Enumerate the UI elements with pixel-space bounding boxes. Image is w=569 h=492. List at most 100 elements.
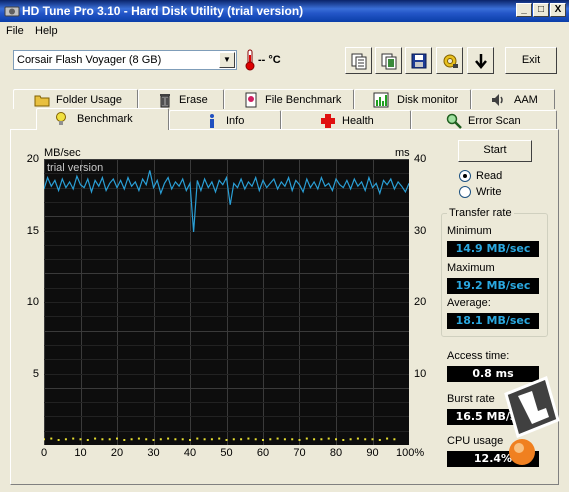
access-time-point xyxy=(291,438,294,441)
window-title: HD Tune Pro 3.10 - Hard Disk Utility (tr… xyxy=(22,4,304,18)
minimum-label: Minimum xyxy=(447,225,492,237)
access-time-point xyxy=(335,438,337,441)
y-axis-right-label: ms xyxy=(395,147,410,159)
tab-label: Erase xyxy=(179,94,208,106)
access-time-point xyxy=(79,438,82,441)
folder-icon xyxy=(34,95,50,107)
start-button[interactable]: Start xyxy=(458,140,532,162)
access-time-point xyxy=(254,438,257,441)
maximum-value: 19.2 MB/sec xyxy=(447,278,539,294)
average-value: 18.1 MB/sec xyxy=(447,313,539,329)
access-time-point xyxy=(386,437,389,440)
access-time-point xyxy=(152,438,155,441)
exit-button[interactable]: Exit xyxy=(505,47,557,74)
tab-disk-monitor[interactable]: Disk monitor xyxy=(354,89,471,109)
save-button[interactable] xyxy=(405,47,432,74)
app-icon xyxy=(4,6,20,17)
close-button[interactable]: X xyxy=(550,3,566,17)
maximum-label: Maximum xyxy=(447,262,495,274)
transfer-rate-line xyxy=(44,170,409,232)
toolbar: Corsair Flash Voyager (8 GB) ▼ -- °C Exi… xyxy=(0,40,569,84)
access-time-point xyxy=(210,438,213,441)
tab-aam[interactable]: AAM xyxy=(471,89,555,109)
menu-help[interactable]: Help xyxy=(35,25,58,37)
y-axis-left-label: MB/sec xyxy=(44,147,81,159)
options-button[interactable] xyxy=(436,47,463,74)
site-logo xyxy=(504,375,560,465)
access-time-point xyxy=(44,438,45,441)
benchmark-chart: trial version xyxy=(44,159,409,445)
access-time-point xyxy=(364,438,367,441)
access-time-point xyxy=(159,438,162,441)
title-bar: HD Tune Pro 3.10 - Hard Disk Utility (tr… xyxy=(0,0,569,22)
access-time-point xyxy=(181,438,184,441)
transfer-rate-title: Transfer rate xyxy=(447,207,514,219)
access-time-point xyxy=(313,438,316,441)
copy-screen-button[interactable] xyxy=(375,47,402,74)
tab-benchmark[interactable]: Benchmark xyxy=(36,108,169,130)
x-tick: 0 xyxy=(40,447,48,459)
copy-info-button[interactable] xyxy=(345,47,372,74)
y-tick-right: 20 xyxy=(414,296,427,308)
tab-label: Disk monitor xyxy=(397,94,459,106)
monitor-chart-icon xyxy=(373,92,389,108)
cpu-usage-label: CPU usage xyxy=(447,435,504,447)
trash-icon xyxy=(160,94,170,108)
chart-grid xyxy=(44,159,409,445)
x-tick: 30 xyxy=(147,447,160,459)
access-time-point xyxy=(108,438,111,441)
burst-rate-label: Burst rate xyxy=(447,393,495,405)
y-tick-left: 10 xyxy=(26,296,39,308)
access-time-point xyxy=(50,437,53,440)
access-time-point xyxy=(72,437,75,440)
maximize-button[interactable]: □ xyxy=(533,3,549,17)
access-time-point xyxy=(305,437,308,440)
tab-info[interactable]: Info xyxy=(169,110,281,130)
chart-watermark: trial version xyxy=(47,162,103,174)
options-icon xyxy=(443,54,458,68)
access-time-point xyxy=(240,438,243,441)
y-tick-left: 5 xyxy=(32,367,39,380)
chevron-down-icon[interactable]: ▼ xyxy=(219,52,235,68)
write-radio-label: Write xyxy=(476,186,502,198)
menu-file[interactable]: File xyxy=(6,25,24,37)
tab-error-scan[interactable]: Error Scan xyxy=(411,110,557,130)
access-time-point xyxy=(116,437,118,440)
x-tick: 90 xyxy=(366,447,379,459)
access-time-point xyxy=(167,437,170,440)
tab-folder-usage[interactable]: Folder Usage xyxy=(13,89,138,109)
download-button[interactable] xyxy=(467,47,494,74)
tab-health[interactable]: Health xyxy=(281,110,411,130)
read-radio[interactable] xyxy=(459,170,471,182)
minimum-value: 14.9 MB/sec xyxy=(447,241,539,257)
average-label: Average: xyxy=(447,297,491,309)
tab-label: Benchmark xyxy=(77,113,133,125)
magnifier-icon xyxy=(446,113,462,129)
access-time-point xyxy=(320,438,323,441)
access-time-point xyxy=(203,438,206,441)
access-time-point xyxy=(356,437,359,440)
access-time-point xyxy=(123,438,126,441)
y-tick-right: 40 xyxy=(414,153,427,165)
tab-label: Folder Usage xyxy=(56,94,123,106)
tab-erase[interactable]: Erase xyxy=(138,89,224,109)
x-tick: 80 xyxy=(329,447,343,459)
menu-bar: File Help xyxy=(0,22,569,40)
download-icon xyxy=(475,54,487,69)
access-time-point xyxy=(94,437,97,440)
read-radio-label: Read xyxy=(476,170,503,182)
copy-info-icon xyxy=(351,53,367,70)
write-radio[interactable] xyxy=(459,186,471,198)
x-tick: 70 xyxy=(293,447,306,459)
tab-label: File Benchmark xyxy=(265,94,342,106)
tab-label: AAM xyxy=(514,94,538,106)
access-time-label: Access time: xyxy=(447,350,510,362)
x-tick: 10 xyxy=(74,447,87,459)
tab-file-benchmark[interactable]: File Benchmark xyxy=(224,89,354,109)
minimize-button[interactable]: _ xyxy=(516,3,532,17)
access-time-point xyxy=(145,438,148,441)
access-time-point xyxy=(283,438,286,441)
info-icon xyxy=(210,114,214,128)
drive-select[interactable]: Corsair Flash Voyager (8 GB) ▼ xyxy=(13,50,237,70)
access-time-point xyxy=(137,437,140,440)
